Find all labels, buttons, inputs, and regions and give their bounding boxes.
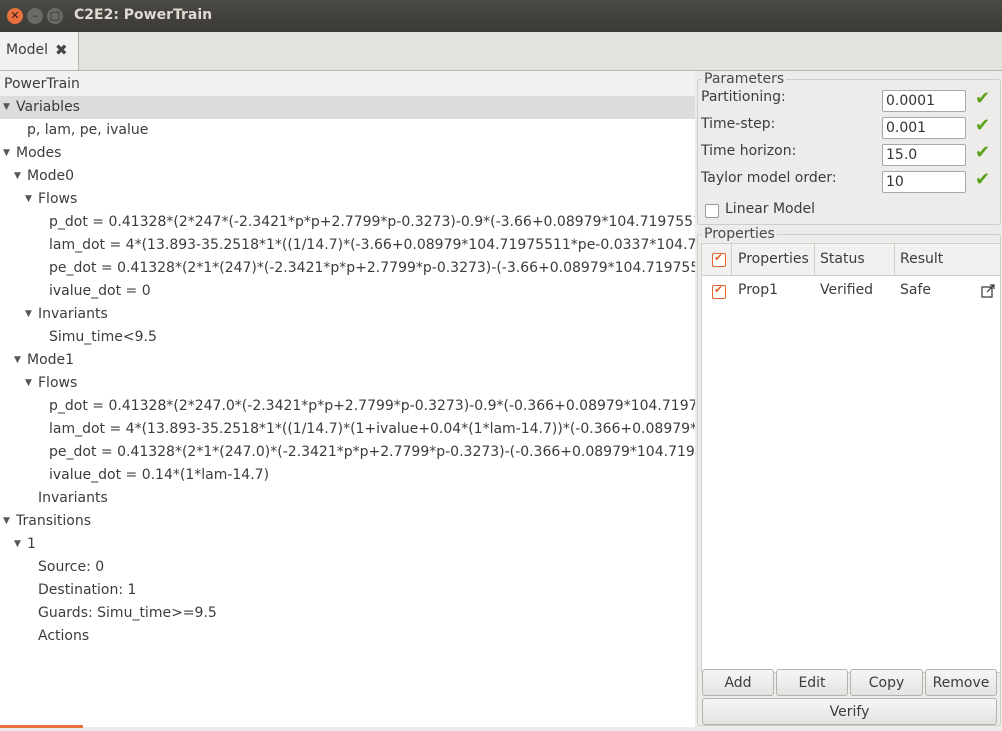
- side-panel: Parameters Partitioning: ✔ Time-step: ✔ …: [697, 71, 1002, 731]
- window-titlebar: ✕ – □ C2E2: PowerTrain: [0, 0, 1002, 33]
- window-minimize-icon[interactable]: –: [27, 8, 43, 24]
- transition-actions[interactable]: Actions: [38, 625, 89, 648]
- property-name: Prop1: [738, 282, 779, 298]
- checkmark-icon: ✔: [975, 142, 991, 163]
- checkmark-icon: ✔: [975, 169, 991, 190]
- properties-table[interactable]: Properties Status Result Prop1 Verified …: [701, 243, 1001, 673]
- parameters-legend: Parameters: [702, 71, 787, 87]
- tree-item-label: Modes: [16, 145, 62, 161]
- add-button[interactable]: Add: [702, 669, 774, 696]
- table-row[interactable]: Prop1 Verified Safe: [702, 244, 1000, 304]
- expander-down-icon[interactable]: ▼: [3, 142, 10, 165]
- tree-item-label: Invariants: [38, 306, 108, 322]
- tree-item-label: Flows: [38, 375, 78, 391]
- tree-item-label: Mode0: [27, 168, 75, 184]
- partitioning-label: Partitioning:: [701, 89, 786, 105]
- expander-down-icon[interactable]: ▼: [25, 303, 32, 326]
- expander-down-icon[interactable]: ▼: [14, 533, 21, 556]
- partitioning-input[interactable]: [882, 90, 966, 112]
- transition-guards[interactable]: Guards: Simu_time>=9.5: [38, 602, 217, 625]
- copy-button[interactable]: Copy: [850, 669, 923, 696]
- tree-item-label: Flows: [38, 191, 78, 207]
- transition-source[interactable]: Source: 0: [38, 556, 104, 579]
- progress-indicator: [0, 725, 83, 728]
- tab-bar: Model ✖: [0, 32, 1002, 71]
- tab-model[interactable]: Model ✖: [0, 32, 79, 70]
- time-horizon-input[interactable]: [882, 144, 966, 166]
- time-step-label: Time-step:: [701, 116, 776, 132]
- expander-down-icon[interactable]: ▼: [3, 96, 10, 119]
- properties-legend: Properties: [702, 226, 777, 242]
- taylor-order-input[interactable]: [882, 171, 966, 193]
- expander-down-icon[interactable]: ▼: [14, 165, 21, 188]
- checkmark-icon: ✔: [975, 88, 991, 109]
- tree-item-label: 1: [27, 536, 36, 552]
- open-external-icon[interactable]: [981, 284, 995, 298]
- flow-item[interactable]: p_dot = 0.41328*(2*247*(-2.3421*p*p+2.77…: [49, 211, 695, 234]
- close-icon[interactable]: ✖: [55, 41, 68, 59]
- time-horizon-label: Time horizon:: [701, 143, 797, 159]
- tree-item-label: Transitions: [16, 513, 91, 529]
- tree-item-label: Mode1: [27, 352, 75, 368]
- tree-header[interactable]: PowerTrain: [0, 71, 695, 97]
- expander-down-icon[interactable]: ▼: [3, 510, 10, 533]
- model-tree[interactable]: PowerTrain ▼ Variables p, lam, pe, ivalu…: [0, 71, 695, 727]
- checkmark-icon: ✔: [975, 115, 991, 136]
- tree-header-label: PowerTrain: [4, 76, 80, 92]
- invariant-item[interactable]: Simu_time<9.5: [49, 326, 157, 349]
- tree-item-variables-value[interactable]: p, lam, pe, ivalue: [27, 119, 148, 142]
- window-title: C2E2: PowerTrain: [74, 7, 213, 23]
- time-step-input[interactable]: [882, 117, 966, 139]
- edit-button[interactable]: Edit: [776, 669, 848, 696]
- flow-item[interactable]: pe_dot = 0.41328*(2*1*(247.0)*(-2.3421*p…: [49, 441, 695, 464]
- window-maximize-icon[interactable]: □: [47, 8, 63, 24]
- window-close-icon[interactable]: ✕: [7, 8, 23, 24]
- flow-item[interactable]: ivalue_dot = 0.14*(1*lam-14.7): [49, 464, 269, 487]
- flow-item[interactable]: lam_dot = 4*(13.893-35.2518*1*((1/14.7)*…: [49, 418, 695, 441]
- tree-item-variables[interactable]: ▼ Variables: [0, 96, 695, 119]
- flow-item[interactable]: p_dot = 0.41328*(2*247.0*(-2.3421*p*p+2.…: [49, 395, 695, 418]
- taylor-order-label: Taylor model order:: [701, 170, 837, 186]
- property-result: Safe: [900, 282, 932, 298]
- tree-item-label: Variables: [16, 99, 80, 115]
- tree-item-mode1-invariants[interactable]: Invariants: [38, 487, 108, 510]
- verify-button[interactable]: Verify: [702, 698, 997, 725]
- flow-item[interactable]: pe_dot = 0.41328*(2*1*(247)*(-2.3421*p*p…: [49, 257, 695, 280]
- expander-down-icon[interactable]: ▼: [25, 372, 32, 395]
- remove-button[interactable]: Remove: [925, 669, 997, 696]
- tab-label: Model: [6, 42, 49, 58]
- expander-down-icon[interactable]: ▼: [25, 188, 32, 211]
- linear-model-label: Linear Model: [725, 201, 815, 217]
- flow-item[interactable]: lam_dot = 4*(13.893-35.2518*1*((1/14.7)*…: [49, 234, 695, 257]
- property-status: Verified: [820, 282, 874, 298]
- transition-destination[interactable]: Destination: 1: [38, 579, 136, 602]
- linear-model-checkbox[interactable]: [705, 204, 719, 218]
- row-checkbox[interactable]: [712, 283, 726, 299]
- expander-down-icon[interactable]: ▼: [14, 349, 21, 372]
- flow-item[interactable]: ivalue_dot = 0: [49, 280, 151, 303]
